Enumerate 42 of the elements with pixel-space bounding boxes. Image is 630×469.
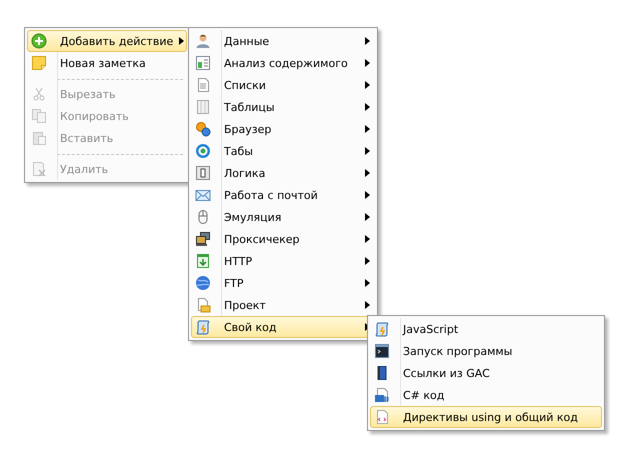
switch-icon (195, 165, 211, 181)
menu-item[interactable]: Браузер (191, 118, 375, 140)
menu-item[interactable]: Логика (191, 162, 375, 184)
menu-item[interactable]: Списки (191, 74, 375, 96)
menu-item[interactable]: Данные (191, 30, 375, 52)
envelope-icon (195, 187, 211, 203)
plus-icon (31, 33, 47, 49)
globe-icon (195, 275, 211, 291)
menu-item[interactable]: HTTP (191, 250, 375, 272)
computers-icon (195, 231, 211, 247)
note-icon (31, 55, 47, 71)
person-icon (195, 33, 211, 49)
menu-item[interactable]: Директивы using и общий код (370, 406, 602, 428)
copy-icon (31, 108, 47, 124)
clipboard-icon (31, 130, 47, 146)
form-icon (195, 55, 211, 71)
code-file-icon (374, 409, 390, 425)
table-icon (195, 99, 211, 115)
gears-icon (195, 121, 211, 137)
menu-item[interactable]: Эмуляция (191, 206, 375, 228)
menu-item[interactable]: Проксичекер (191, 228, 375, 250)
globe-icon (195, 143, 211, 159)
menu-item[interactable]: Анализ содержимого (191, 52, 375, 74)
menu-item[interactable]: Новая заметка (27, 52, 187, 74)
code-file-icon (374, 387, 390, 403)
menu-item[interactable]: FTP (191, 272, 375, 294)
scissors-icon (31, 86, 47, 102)
menu-item[interactable]: Табы (191, 140, 375, 162)
folder-document-icon (195, 297, 211, 313)
scroll-icon (195, 319, 211, 335)
menu-item[interactable]: Таблицы (191, 96, 375, 118)
menu-item[interactable]: Работа с почтой (191, 184, 375, 206)
menu-item[interactable]: C# код (370, 384, 602, 406)
menu-item[interactable]: Запуск программы (370, 340, 602, 362)
download-page-icon (195, 253, 211, 269)
menu-item[interactable]: Добавить действие (27, 30, 187, 52)
delete-document-icon (31, 161, 47, 177)
scroll-icon (374, 321, 390, 337)
list-icon (195, 77, 211, 93)
terminal-icon (374, 343, 390, 359)
menu-item[interactable]: Ссылки из GAC (370, 362, 602, 384)
menu-item[interactable]: Проект (191, 294, 375, 316)
